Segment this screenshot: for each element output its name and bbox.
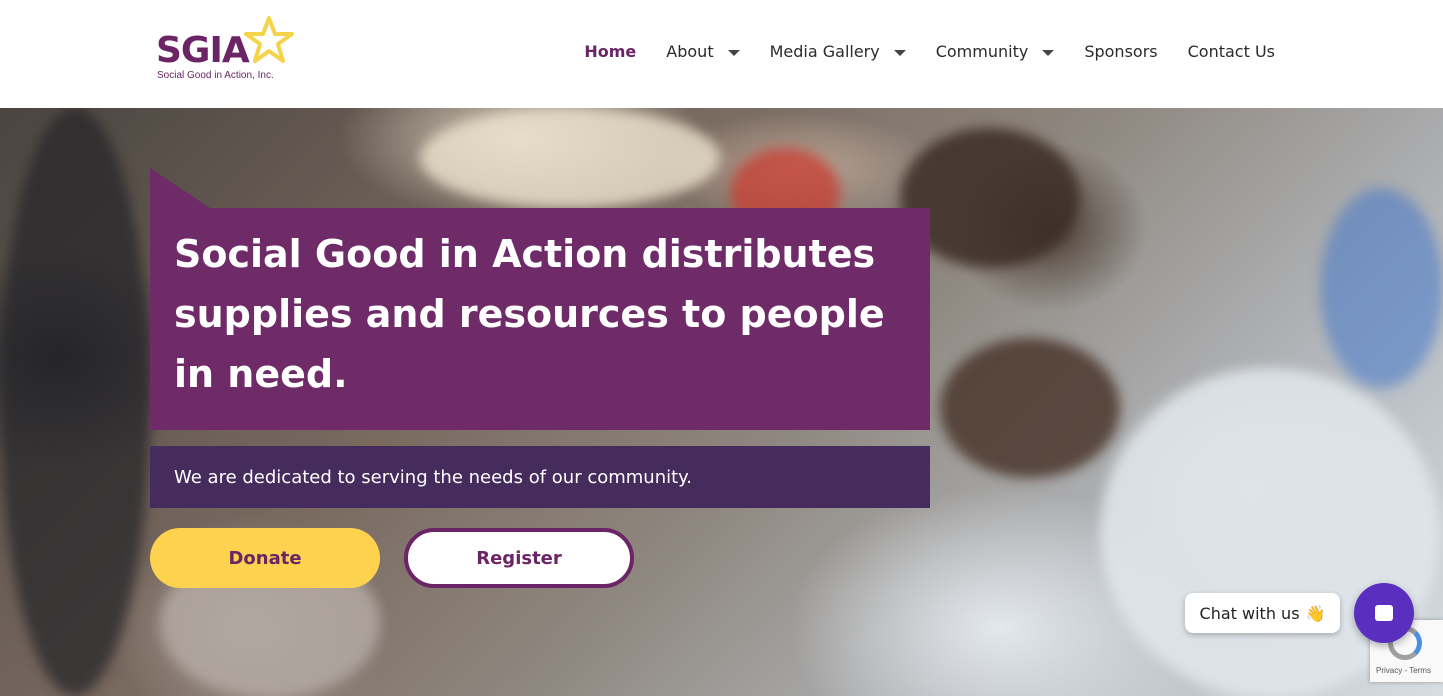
photo-detail bbox=[0, 108, 150, 696]
hero-background-photo bbox=[420, 108, 720, 208]
nav-item-community[interactable]: Community bbox=[936, 42, 1055, 61]
nav-item-contact-us[interactable]: Contact Us bbox=[1188, 42, 1275, 61]
nav-item-about[interactable]: About bbox=[666, 42, 740, 61]
logo-subtitle: Social Good in Action, Inc. bbox=[157, 70, 274, 81]
caret-down-icon bbox=[893, 49, 906, 56]
caret-down-icon bbox=[727, 49, 740, 56]
nav-item-sponsors[interactable]: Sponsors bbox=[1084, 42, 1157, 61]
caret-down-icon bbox=[1042, 49, 1055, 56]
star-icon bbox=[244, 16, 294, 63]
nav-label: Home bbox=[584, 42, 637, 61]
hero-headline: Social Good in Action distributes suppli… bbox=[174, 232, 885, 396]
headline-notch bbox=[150, 168, 210, 208]
chat-prompt[interactable]: Chat with us 👋 bbox=[1185, 593, 1340, 633]
subheadline-box: We are dedicated to serving the needs of… bbox=[150, 446, 930, 508]
photo-detail bbox=[940, 338, 1120, 478]
nav-label: Sponsors bbox=[1084, 42, 1158, 61]
nav-label: Contact Us bbox=[1187, 42, 1275, 61]
register-button[interactable]: Register bbox=[404, 528, 634, 588]
chat-label: Chat with us bbox=[1199, 603, 1300, 623]
chat-button[interactable] bbox=[1354, 583, 1414, 643]
nav-label: About bbox=[666, 42, 714, 61]
logo-title: SGIA bbox=[156, 30, 250, 71]
recaptcha-links[interactable]: Privacy - Terms bbox=[1376, 666, 1431, 675]
nav-item-media-gallery[interactable]: Media Gallery bbox=[770, 42, 906, 61]
nav-item-home[interactable]: Home bbox=[584, 42, 636, 61]
waving-hand-icon: 👋 bbox=[1305, 603, 1326, 623]
site-header: SGIA Social Good in Action, Inc. Home Ab… bbox=[0, 0, 1443, 108]
nav-label: Media Gallery bbox=[769, 42, 880, 61]
hero-subheadline: We are dedicated to serving the needs of… bbox=[174, 466, 692, 488]
photo-detail bbox=[1320, 188, 1443, 388]
chat-bubble-icon bbox=[1375, 605, 1393, 621]
logo[interactable]: SGIA Social Good in Action, Inc. bbox=[156, 16, 301, 86]
headline-box: Social Good in Action distributes suppli… bbox=[150, 208, 930, 430]
main-nav: Home About Media Gallery Community Spons… bbox=[554, 42, 1275, 61]
nav-label: Community bbox=[935, 42, 1029, 61]
donate-button[interactable]: Donate bbox=[150, 528, 380, 588]
